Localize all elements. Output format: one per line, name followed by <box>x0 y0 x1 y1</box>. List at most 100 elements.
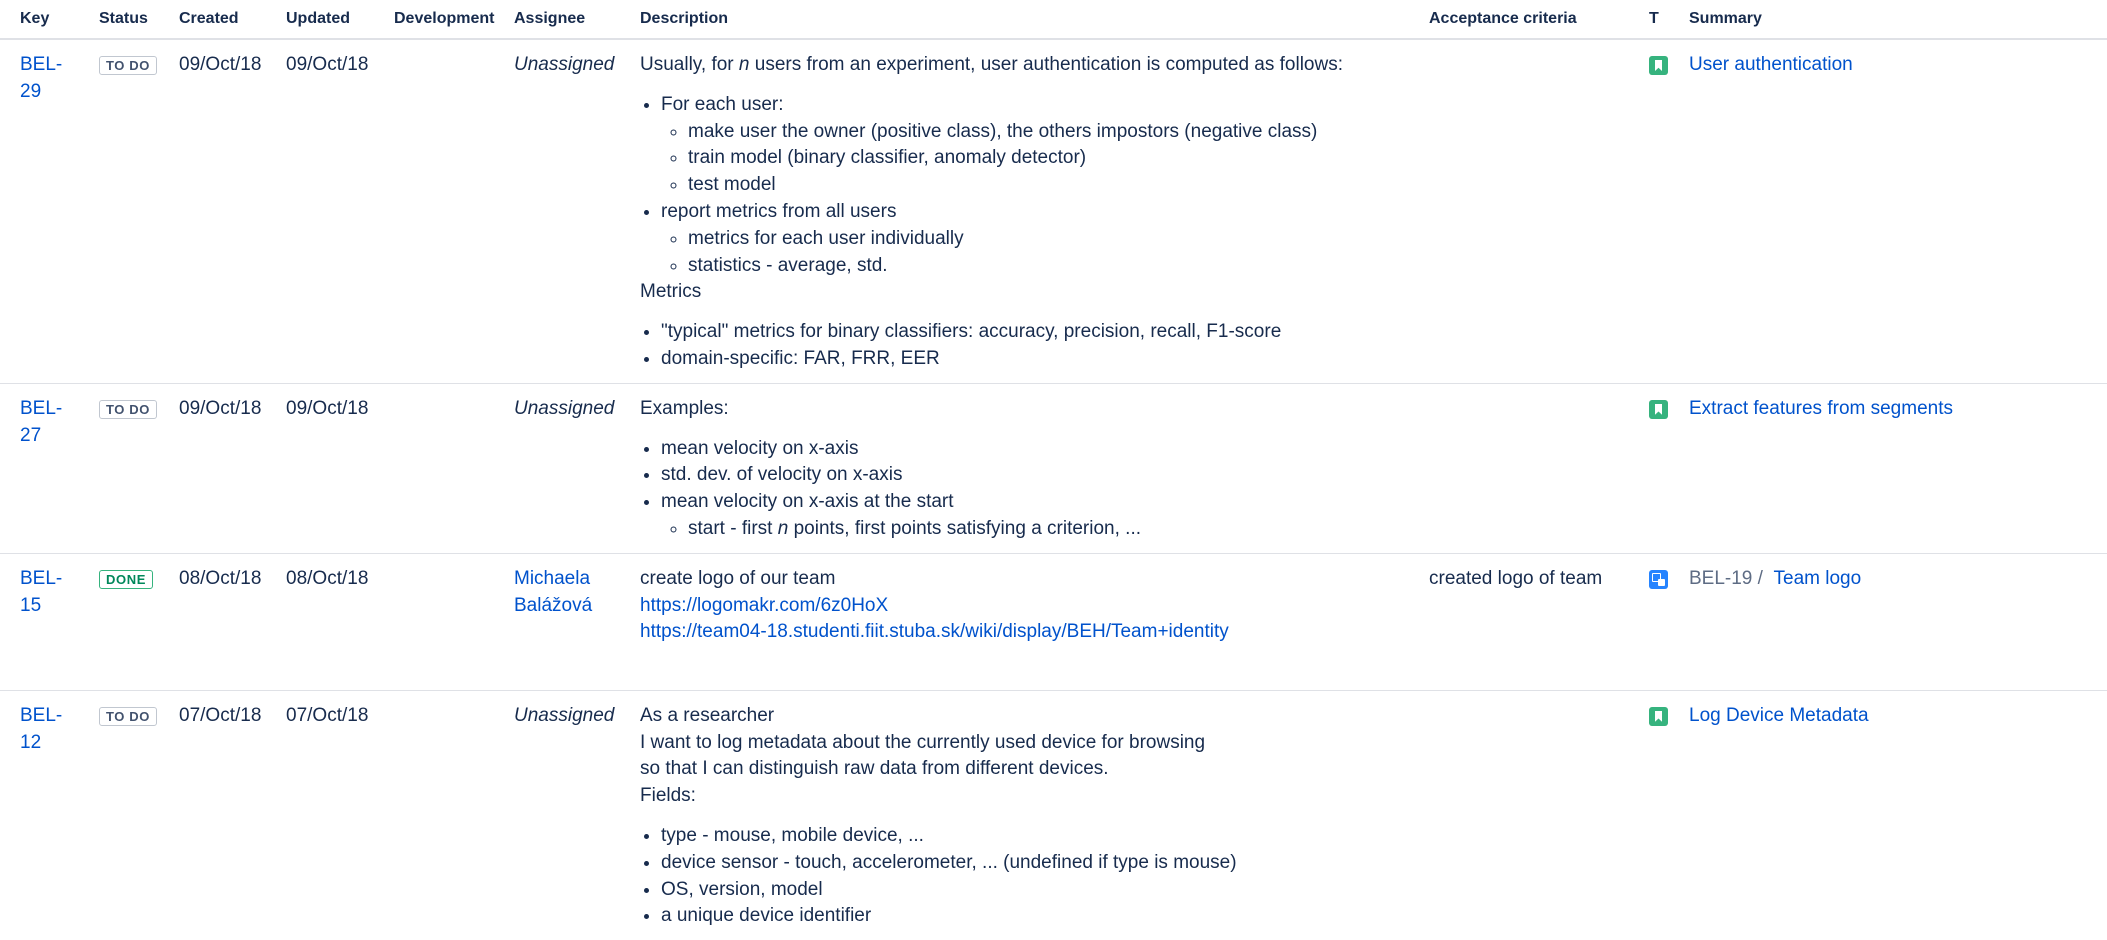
description-text: I want to log metadata about the current… <box>640 731 1206 753</box>
cell-development <box>374 39 494 384</box>
column-header-type[interactable]: T <box>1629 0 1669 40</box>
summary-link[interactable]: Extract features from segments <box>1689 398 1953 419</box>
cell-type <box>1629 39 1669 384</box>
cell-summary: Log Device Metadata <box>1669 690 2107 940</box>
cell-key: BEL-29 <box>0 39 79 384</box>
list-item: std. dev. of velocity on x-axis <box>661 462 1409 489</box>
description-text: As a researcher <box>640 704 775 726</box>
assignee-unassigned: Unassigned <box>514 397 615 419</box>
description-link[interactable]: https://team04-18.studenti.fiit.stuba.sk… <box>640 621 1229 642</box>
column-header-acceptance-criteria[interactable]: Acceptance criteria <box>1409 0 1629 40</box>
column-header-key[interactable]: Key <box>0 0 79 40</box>
cell-updated: 07/Oct/18 <box>286 704 369 726</box>
list-item: OS, version, model <box>661 877 1409 904</box>
cell-description: Examples: mean velocity on x-axis std. d… <box>620 383 1409 554</box>
description-list: mean velocity on x-axis std. dev. of vel… <box>640 436 1409 543</box>
list-item: "typical" metrics for binary classifiers… <box>661 319 1409 346</box>
issue-key-link[interactable]: BEL-29 <box>20 54 62 102</box>
cell-key: BEL-27 <box>0 383 79 554</box>
assignee-unassigned: Unassigned <box>514 704 615 726</box>
column-header-created[interactable]: Created <box>159 0 266 40</box>
cell-status: DONE <box>79 553 159 691</box>
column-header-summary[interactable]: Summary <box>1669 0 2107 40</box>
cell-summary: User authentication <box>1669 39 2107 384</box>
cell-type <box>1629 690 1669 940</box>
list-item: device sensor - touch, accelerometer, ..… <box>661 850 1409 877</box>
column-header-status[interactable]: Status <box>79 0 159 40</box>
cell-created: 08/Oct/18 <box>159 553 266 691</box>
table-row: BEL-27 TO DO 09/Oct/18 09/Oct/18 Unassig… <box>0 383 2107 554</box>
story-icon <box>1649 706 1668 726</box>
table-row: BEL-12 TO DO 07/Oct/18 07/Oct/18 Unassig… <box>0 690 2107 940</box>
assignee-unassigned: Unassigned <box>514 54 615 75</box>
assignee-link[interactable]: Michaela Balážová <box>514 568 592 616</box>
description-text: so that I can distinguish raw data from … <box>640 758 1109 780</box>
cell-development <box>374 383 494 554</box>
description-intro: Usually, for n users from an experiment,… <box>640 52 1409 79</box>
parent-issue-key[interactable]: BEL-19 / <box>1689 568 1763 589</box>
cell-updated: 09/Oct/18 <box>266 39 374 384</box>
column-header-development[interactable]: Development <box>374 0 494 40</box>
list-item: mean velocity on x-axis <box>661 436 1409 463</box>
summary-link[interactable]: Log Device Metadata <box>1689 705 1869 726</box>
cell-status: TO DO <box>79 383 159 554</box>
status-badge: TO DO <box>99 706 157 726</box>
description-intro: Examples: <box>640 397 729 419</box>
description-text: users from an experiment, user authentic… <box>749 54 1343 75</box>
list-item: test model <box>688 172 1409 199</box>
description-text: create logo of our team <box>640 567 836 589</box>
cell-type <box>1629 383 1669 554</box>
cell-description: Usually, for n users from an experiment,… <box>620 39 1409 384</box>
summary-link[interactable]: User authentication <box>1689 54 1853 75</box>
subtask-icon <box>1649 569 1668 589</box>
cell-assignee: Unassigned <box>494 383 620 554</box>
status-badge: TO DO <box>99 399 157 419</box>
cell-development <box>374 553 494 691</box>
status-badge: DONE <box>99 569 153 589</box>
cell-acceptance-criteria <box>1409 39 1629 384</box>
list-item: metrics for each user individually <box>688 226 1409 253</box>
table-row: BEL-15 DONE 08/Oct/18 08/Oct/18 Michaela… <box>0 553 2107 691</box>
cell-assignee: Unassigned <box>494 690 620 940</box>
description-link[interactable]: https://logomakr.com/6z0HoX <box>640 595 888 616</box>
list-item: report metrics from all users metrics fo… <box>661 199 1409 279</box>
cell-updated: 08/Oct/18 <box>266 553 374 691</box>
column-header-assignee[interactable]: Assignee <box>494 0 620 40</box>
cell-description: create logo of our team https://logomakr… <box>620 553 1409 691</box>
list-item: type - mouse, mobile device, ... <box>661 823 1409 850</box>
cell-development <box>374 690 494 940</box>
cell-status: TO DO <box>79 690 159 940</box>
issue-table-page: Key Status Created Updated Development A… <box>0 0 2107 926</box>
list-item: For each user: make user the owner (posi… <box>661 92 1409 199</box>
cell-acceptance-criteria <box>1409 383 1629 554</box>
cell-key: BEL-12 <box>0 690 79 940</box>
story-icon <box>1649 56 1668 75</box>
list-item: make user the owner (positive class), th… <box>688 119 1409 146</box>
issue-key-link[interactable]: BEL-15 <box>20 568 62 616</box>
cell-assignee: Unassigned <box>494 39 620 384</box>
cell-created: 09/Oct/18 <box>159 39 266 384</box>
description-emphasis: n <box>738 54 750 75</box>
cell-type <box>1629 553 1669 691</box>
list-item: a unique device identifier <box>661 903 1409 930</box>
list-item: mean velocity on x-axis at the start sta… <box>661 489 1409 543</box>
cell-acceptance-criteria: created logo of team <box>1409 553 1629 691</box>
issue-table: Key Status Created Updated Development A… <box>0 0 2107 940</box>
description-text: Usually, for <box>640 54 739 75</box>
description-list: "typical" metrics for binary classifiers… <box>640 319 1409 373</box>
cell-updated: 09/Oct/18 <box>266 383 374 554</box>
cell-summary: Extract features from segments <box>1669 383 2107 554</box>
cell-acceptance-criteria <box>1409 690 1629 940</box>
cell-created: 07/Oct/18 <box>179 704 262 726</box>
issue-key-link[interactable]: BEL-27 <box>20 398 62 446</box>
issue-key-link[interactable]: BEL-12 <box>20 705 62 753</box>
cell-status: TO DO <box>79 39 159 384</box>
story-icon <box>1649 399 1668 419</box>
header-row: Key Status Created Updated Development A… <box>0 0 2107 40</box>
description-text: Fields: <box>640 785 696 807</box>
summary-link[interactable]: Team logo <box>1774 568 1862 589</box>
description-list: For each user: make user the owner (posi… <box>640 92 1409 280</box>
table-row: BEL-29 TO DO 09/Oct/18 09/Oct/18 Unassig… <box>0 39 2107 384</box>
column-header-updated[interactable]: Updated <box>266 0 374 40</box>
column-header-description[interactable]: Description <box>620 0 1409 40</box>
